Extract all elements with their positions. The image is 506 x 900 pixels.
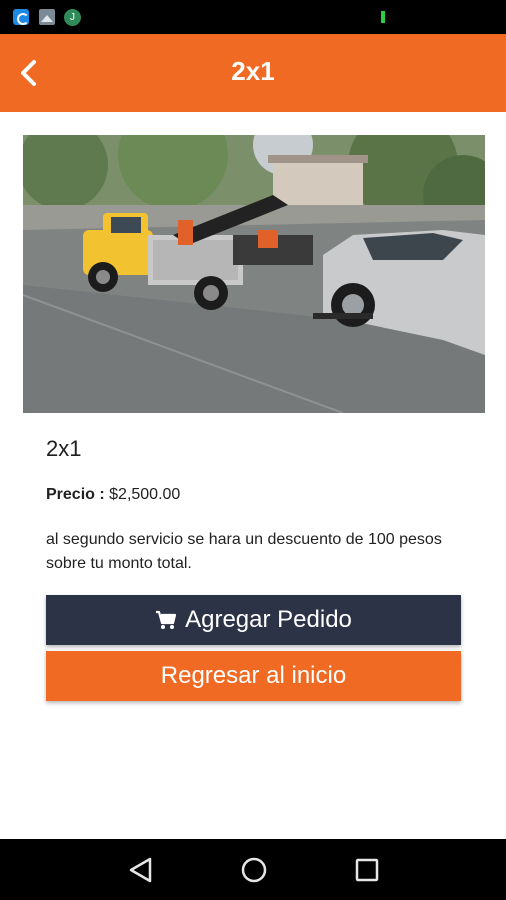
app-bar: 2x1 xyxy=(0,34,506,112)
price-row: Precio : $2,500.00 xyxy=(46,486,180,504)
price-label: Precio : xyxy=(46,486,105,503)
price-value: $2,500.00 xyxy=(109,486,181,503)
back-home-label: Regresar al inicio xyxy=(160,662,347,689)
wallet-app-icon xyxy=(13,9,29,25)
recents-square-icon[interactable] xyxy=(352,855,382,885)
image-icon xyxy=(39,9,55,25)
product-description: al segundo servicio se hara un descuento… xyxy=(46,531,442,572)
back-triangle-icon[interactable] xyxy=(126,855,156,885)
signal-icon xyxy=(381,11,385,23)
product-image xyxy=(23,135,485,413)
back-home-button[interactable]: Regresar al inicio xyxy=(46,651,461,701)
add-order-label: Agregar Pedido xyxy=(185,606,352,633)
system-nav-bar xyxy=(0,839,506,900)
page-title: 2x1 xyxy=(231,56,275,86)
add-order-button[interactable]: Agregar Pedido xyxy=(46,595,461,645)
status-bar: J xyxy=(0,0,506,34)
j-app-icon: J xyxy=(64,9,81,26)
product-name: 2x1 xyxy=(46,436,82,461)
home-circle-icon[interactable] xyxy=(239,855,269,885)
shopping-cart-icon xyxy=(155,610,177,630)
